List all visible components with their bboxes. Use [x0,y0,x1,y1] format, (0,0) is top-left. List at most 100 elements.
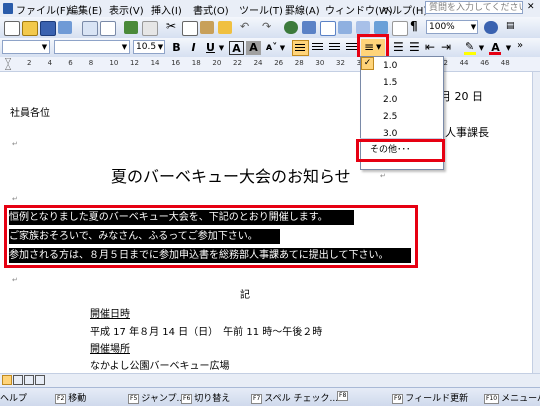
zoom-dropdown-icon[interactable]: ▼ [469,21,478,33]
ruler-mark: 44 [459,59,469,67]
outline-view-icon[interactable] [35,375,45,385]
new-document-icon[interactable] [4,21,20,36]
menu-tools[interactable]: ツール(T) [239,2,283,17]
copy-icon[interactable] [182,21,198,36]
italic-button[interactable]: I [186,41,201,55]
menu-file[interactable]: ファイル(F) [16,2,70,17]
char-scale-dropdown-icon[interactable]: ▼ [278,42,287,54]
window-icon[interactable] [3,3,13,14]
print-icon[interactable] [82,21,98,36]
font-size-dropdown-icon[interactable]: ▼ [156,41,165,53]
menu-edit[interactable]: 編集(E) [68,2,102,17]
ki-heading: 記 [240,290,250,301]
normal-view-icon[interactable] [2,375,12,385]
function-key-label: ヘルプ [0,394,28,404]
function-key-f7[interactable]: F7 スペル チェック... [251,391,338,404]
char-scale-icon[interactable]: ᴀ˅ [264,41,279,55]
decrease-indent-icon[interactable]: ⇤ [425,40,435,54]
permission-icon[interactable] [58,21,72,34]
line-spacing-option[interactable]: 1.5 [383,76,397,91]
selected-line-3[interactable]: 参加される方は、８月５日までに参加申込書を総務部人事課あてに提出して下さい。 [9,248,411,263]
menu-help[interactable]: ヘルプ(H) [382,2,427,17]
style-dropdown-icon[interactable]: ▼ [40,41,49,53]
read-mode-icon[interactable]: ▤ [506,21,515,31]
menu-format[interactable]: 書式(O) [193,2,229,17]
function-key-label: フィールド更新 [405,394,469,404]
function-key-badge: F6 [181,393,193,404]
align-left-icon [295,44,305,52]
menu-table[interactable]: 罫線(A) [285,2,320,17]
date-text-fragment: 月 20 日 [440,90,483,103]
show-hide-icon[interactable]: ¶ [410,19,418,33]
increase-indent-icon[interactable]: ⇥ [441,40,451,54]
columns-icon[interactable] [356,21,370,34]
document-map-icon[interactable] [392,21,408,36]
function-key-badge: F7 [251,393,263,404]
redo-icon[interactable]: ↷ [262,20,271,33]
font-name-combo[interactable] [54,40,130,54]
toolbar-options-icon[interactable]: » [517,40,523,51]
menu-view[interactable]: 表示(V) [109,2,144,17]
open-folder-icon[interactable] [22,21,38,36]
char-border-button[interactable]: A [229,41,244,55]
highlight-dropdown-icon[interactable]: ▼ [477,42,486,54]
indent-marker-icon[interactable]: ▽ △ [5,57,13,71]
font-color-dropdown-icon[interactable]: ▼ [504,42,513,54]
selected-line-3-text: 参加される方は、８月５日までに参加申込書を総務部人事課あてに提出して下さい。 [9,250,389,261]
selected-line-2[interactable]: ご家族おそろいで、みなさん、ふるってご参加下さい。 [9,229,280,244]
align-center-icon[interactable] [312,43,323,51]
spelling-icon[interactable] [124,21,138,34]
place-value: なかよし公園バーベキュー広場 [90,361,230,372]
insert-excel-icon[interactable] [338,21,352,34]
vertical-scrollbar[interactable] [532,72,540,373]
drawing-icon[interactable] [374,21,388,34]
ruler-mark: 30 [315,59,325,67]
line-spacing-option[interactable]: 2.0 [383,93,397,108]
format-painter-icon[interactable] [218,21,232,34]
ask-question-input[interactable]: 質問を入力してください [425,1,523,14]
justify-icon[interactable] [346,43,357,51]
numbering-icon[interactable]: ☰ [393,40,404,54]
ruler-mark: 24 [253,59,263,67]
align-right-icon[interactable] [329,43,340,51]
close-doc-icon[interactable]: ✕ [527,2,535,12]
underline-button[interactable]: U [203,41,218,55]
cut-icon[interactable]: ✂ [166,19,176,33]
help-icon[interactable] [484,21,498,34]
bold-button[interactable]: B [169,41,184,55]
horizontal-scrollbar[interactable] [0,373,540,387]
print-view-icon[interactable] [24,375,34,385]
function-key-f5[interactable]: F5 ジャンプ... [128,391,185,404]
zoom-value: 100% [429,22,455,32]
line-spacing-option[interactable]: 1.0 [383,59,397,74]
font-name-dropdown-icon[interactable]: ▼ [120,41,129,53]
paste-icon[interactable] [200,21,214,34]
function-key-f10[interactable]: F10メニューバー [484,391,540,404]
function-key-f9[interactable]: F9 フィールド更新 [392,391,468,404]
undo-icon[interactable]: ↶ [240,20,249,33]
tables-borders-icon[interactable] [302,21,316,34]
ruler-mark: 4 [47,59,53,67]
function-key-f2[interactable]: F2 移動 [55,391,86,404]
print-preview-icon[interactable] [100,21,116,36]
function-key-f6[interactable]: F6 切り替え [181,391,230,404]
function-key-badge: F9 [392,393,404,404]
underline-dropdown-icon[interactable]: ▼ [217,42,226,54]
bullets-icon[interactable]: ☰ [409,40,420,54]
insert-table-icon[interactable] [320,21,336,36]
ruler-mark: 14 [150,59,160,67]
function-key-f8[interactable]: F8 [337,391,350,402]
function-key-f1[interactable]: ヘルプ [0,391,27,404]
line-spacing-more-option[interactable]: その他･･･ [370,143,411,158]
menu-insert[interactable]: 挿入(I) [151,2,182,17]
sender-text-fragment: 人事課長 [445,126,489,139]
research-icon[interactable] [142,21,158,36]
selected-line-1[interactable]: 恒例となりました夏のバーベキュー大会を、下記のとおり開催します。 [9,210,354,225]
hyperlink-icon[interactable] [284,21,298,34]
line-spacing-option[interactable]: 2.5 [383,110,397,125]
char-shading-button[interactable]: A [246,41,261,55]
save-icon[interactable] [40,21,56,36]
function-key-badge: F2 [55,393,67,404]
web-view-icon[interactable] [13,375,23,385]
align-left-button[interactable] [292,40,309,56]
